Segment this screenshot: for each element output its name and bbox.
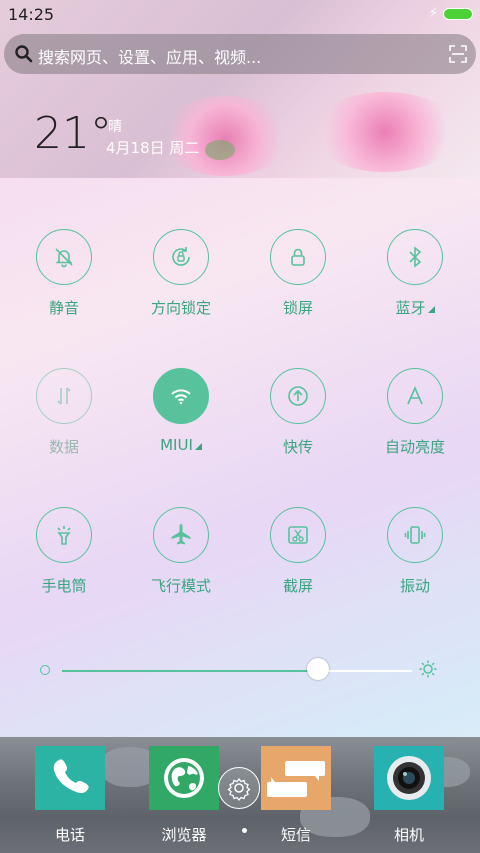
browser-globe-icon bbox=[149, 746, 219, 810]
toggle-label: 静音 bbox=[48, 299, 79, 317]
battery-icon bbox=[443, 8, 473, 20]
dock-app-camera[interactable]: 相机 bbox=[364, 746, 454, 845]
flower-decoration bbox=[160, 96, 290, 176]
weather-condition: 晴 bbox=[108, 119, 122, 135]
upload-icon bbox=[270, 368, 326, 424]
toggle-vibrate[interactable]: 振动 bbox=[360, 507, 470, 596]
toggle-label: 飞行模式 bbox=[150, 577, 211, 595]
toggle-auto-brightness[interactable]: 自动亮度 bbox=[360, 368, 470, 457]
app-name: 短信 bbox=[280, 826, 311, 844]
toggle-quick-transfer[interactable]: 快传 bbox=[243, 368, 353, 457]
rotation-lock-icon bbox=[153, 229, 209, 285]
toggle-label-text: 蓝牙 bbox=[395, 299, 426, 317]
page-indicator bbox=[242, 828, 247, 833]
status-time: 14:25 bbox=[8, 5, 55, 24]
screenshot-icon bbox=[270, 507, 326, 563]
toggle-label-text: MIUI bbox=[160, 436, 193, 454]
flashlight-icon bbox=[36, 507, 92, 563]
expand-arrow-icon bbox=[194, 443, 202, 450]
dock-app-phone[interactable]: 电话 bbox=[25, 746, 115, 845]
flower-decoration bbox=[310, 92, 460, 172]
toggle-mobile-data[interactable]: 数据 bbox=[9, 368, 119, 457]
search-bar[interactable]: 搜索网页、设置、应用、视频... bbox=[4, 34, 476, 74]
weather-date: 4月18日 周二 bbox=[106, 139, 200, 157]
auto-brightness-icon bbox=[387, 368, 443, 424]
dock-app-browser[interactable]: 浏览器 bbox=[139, 746, 229, 845]
wifi-icon bbox=[153, 368, 209, 424]
brightness-high-icon bbox=[419, 660, 437, 678]
brightness-slider[interactable] bbox=[40, 655, 440, 685]
camera-icon bbox=[374, 746, 444, 810]
toggle-airplane-mode[interactable]: 飞行模式 bbox=[126, 507, 236, 596]
app-name: 浏览器 bbox=[161, 826, 207, 844]
toggle-label: 数据 bbox=[48, 438, 79, 456]
dock-app-messages[interactable]: 短信 bbox=[251, 746, 341, 845]
toggle-label: 手电筒 bbox=[41, 577, 87, 595]
toggle-label: 快传 bbox=[282, 438, 313, 456]
toggle-label: 振动 bbox=[399, 577, 430, 595]
toggle-wifi[interactable]: MIUI bbox=[126, 368, 236, 454]
brightness-fill bbox=[62, 670, 318, 672]
brightness-low-icon bbox=[40, 665, 50, 675]
toggle-label: 截屏 bbox=[282, 577, 313, 595]
toggle-lock-screen[interactable]: 锁屏 bbox=[243, 229, 353, 318]
weather-temperature[interactable]: 21° bbox=[34, 108, 112, 159]
toggle-label: MIUI bbox=[126, 436, 236, 454]
lock-icon bbox=[270, 229, 326, 285]
airplane-icon bbox=[153, 507, 209, 563]
vibrate-icon bbox=[387, 507, 443, 563]
bolt-icon: ⚡ bbox=[428, 6, 438, 21]
bell-off-icon bbox=[36, 229, 92, 285]
toggle-label: 方向锁定 bbox=[150, 299, 211, 317]
phone-icon bbox=[35, 746, 105, 810]
toggle-label: 蓝牙 bbox=[360, 297, 470, 318]
toggle-screenshot[interactable]: 截屏 bbox=[243, 507, 353, 596]
mobile-data-icon bbox=[36, 368, 92, 424]
toggle-rotation-lock[interactable]: 方向锁定 bbox=[126, 229, 236, 318]
bluetooth-icon bbox=[387, 229, 443, 285]
toggle-label: 自动亮度 bbox=[384, 438, 445, 456]
scan-icon[interactable] bbox=[448, 44, 468, 64]
expand-arrow-icon bbox=[427, 306, 435, 313]
toggle-bluetooth[interactable]: 蓝牙 bbox=[360, 229, 470, 318]
brightness-thumb[interactable] bbox=[306, 658, 329, 680]
toggle-mute[interactable]: 静音 bbox=[9, 229, 119, 318]
app-name: 相机 bbox=[393, 826, 424, 844]
toggle-flashlight[interactable]: 手电筒 bbox=[9, 507, 119, 596]
status-bar: 14:25 ⚡ bbox=[0, 0, 480, 28]
gear-icon bbox=[227, 777, 251, 802]
toggle-label: 锁屏 bbox=[282, 299, 313, 317]
messages-icon bbox=[261, 746, 331, 810]
app-name: 电话 bbox=[54, 826, 85, 844]
search-icon bbox=[15, 45, 33, 63]
search-placeholder: 搜索网页、设置、应用、视频... bbox=[38, 48, 262, 67]
settings-button[interactable] bbox=[218, 767, 260, 809]
flower-leaf-decoration bbox=[205, 140, 235, 160]
